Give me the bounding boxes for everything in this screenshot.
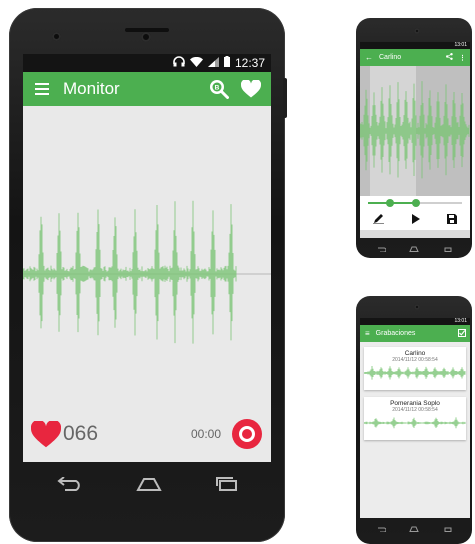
list-screen: 13:01 ≡ Grabaciones Carlino 2014/11/12 0… bbox=[360, 318, 470, 518]
svg-text:B: B bbox=[215, 85, 220, 92]
waveform-display bbox=[23, 200, 271, 344]
recents-icon[interactable] bbox=[216, 476, 238, 496]
status-bar: 12:37 bbox=[23, 54, 271, 72]
front-camera bbox=[414, 304, 420, 310]
main-phone: 12:37 Monitor B 066 00:00 bbox=[9, 8, 287, 542]
player-waveform bbox=[360, 66, 470, 196]
recording-name: Pomerania Soplo bbox=[390, 400, 440, 407]
headset-icon bbox=[173, 56, 185, 70]
navigation-bar bbox=[364, 522, 464, 534]
save-icon[interactable] bbox=[446, 211, 457, 229]
status-bar: 13:01 bbox=[360, 42, 470, 49]
monitor-controls: 066 00:00 bbox=[23, 406, 271, 462]
record-button[interactable] bbox=[231, 418, 263, 450]
recents-icon[interactable] bbox=[443, 519, 452, 537]
overflow-menu-icon[interactable]: ⋮ bbox=[459, 54, 466, 62]
heart-icon[interactable] bbox=[241, 80, 261, 98]
front-camera bbox=[52, 32, 61, 41]
status-time: 13:01 bbox=[454, 42, 467, 48]
back-arrow-icon[interactable]: ← bbox=[365, 53, 373, 62]
play-icon[interactable] bbox=[411, 211, 420, 229]
player-screen: 13:01 ← Carlino ⋮ bbox=[360, 42, 470, 238]
list-phone: 13:01 ≡ Grabaciones Carlino 2014/11/12 0… bbox=[356, 296, 472, 544]
search-icon[interactable]: B bbox=[209, 79, 229, 99]
home-icon[interactable] bbox=[135, 477, 163, 496]
wifi-icon bbox=[189, 56, 203, 70]
navigation-bar bbox=[29, 472, 265, 500]
record-icon bbox=[232, 419, 262, 449]
seek-slider[interactable] bbox=[360, 196, 470, 210]
bark-counter: 066 bbox=[63, 422, 99, 445]
recents-icon[interactable] bbox=[443, 239, 452, 257]
player-toolbar bbox=[360, 210, 470, 230]
page-title: Carlino bbox=[379, 54, 402, 61]
home-icon[interactable] bbox=[409, 519, 420, 537]
check-icon[interactable] bbox=[458, 328, 466, 339]
proximity-sensor bbox=[141, 32, 151, 42]
power-button bbox=[283, 78, 287, 118]
page-title: Monitor bbox=[63, 79, 120, 98]
status-time: 13:01 bbox=[454, 318, 467, 324]
slider-handle-start[interactable] bbox=[386, 199, 394, 207]
recording-timer: 00:00 bbox=[190, 427, 221, 441]
back-icon[interactable] bbox=[56, 475, 82, 496]
back-icon[interactable] bbox=[376, 239, 387, 257]
recording-waveform bbox=[364, 417, 466, 429]
app-bar: ≡ Grabaciones bbox=[360, 325, 470, 342]
back-icon[interactable] bbox=[376, 519, 387, 537]
app-bar: ← Carlino ⋮ bbox=[360, 49, 470, 66]
home-icon[interactable] bbox=[409, 239, 420, 257]
battery-icon bbox=[223, 56, 230, 70]
slider-handle-end[interactable] bbox=[412, 199, 420, 207]
player-phone: 13:01 ← Carlino ⋮ bbox=[356, 18, 472, 258]
list-item[interactable]: Carlino 2014/11/12 00:58:54 bbox=[364, 347, 466, 390]
page-title: Grabaciones bbox=[375, 330, 416, 337]
status-bar: 13:01 bbox=[360, 318, 470, 325]
recording-list: Carlino 2014/11/12 00:58:54 Pomerania So… bbox=[360, 342, 470, 518]
list-item[interactable]: Pomerania Soplo 2014/11/12 00:58:54 bbox=[364, 397, 466, 440]
edit-icon[interactable] bbox=[373, 211, 385, 229]
recording-waveform bbox=[364, 366, 466, 380]
status-time: 12:37 bbox=[234, 56, 265, 70]
recording-name: Carlino bbox=[404, 350, 426, 357]
main-screen: 12:37 Monitor B 066 00:00 bbox=[23, 54, 271, 462]
front-camera bbox=[414, 28, 420, 34]
hamburger-menu-icon[interactable] bbox=[35, 80, 49, 98]
hamburger-menu-icon[interactable]: ≡ bbox=[365, 329, 370, 338]
heart-counter-icon bbox=[31, 420, 61, 448]
share-icon[interactable] bbox=[446, 53, 453, 62]
signal-icon bbox=[207, 56, 219, 70]
navigation-bar bbox=[364, 242, 464, 254]
app-bar: Monitor B bbox=[23, 72, 271, 106]
